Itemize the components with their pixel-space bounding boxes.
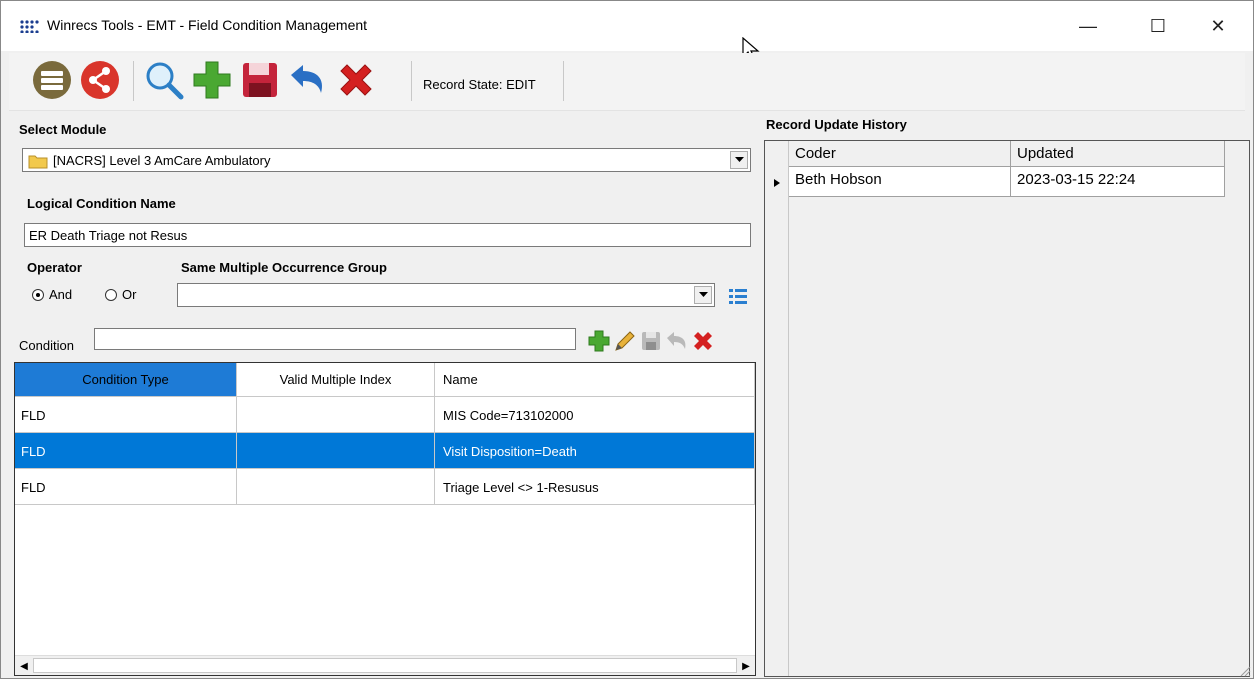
maximize-button[interactable]: ☐ [1129, 1, 1187, 51]
add-condition-icon[interactable] [586, 328, 612, 354]
toolbar-separator [411, 61, 412, 101]
table-row[interactable]: FLD Visit Disposition=Death [15, 433, 755, 469]
operator-label: Operator [27, 260, 82, 275]
history-header: Coder Updated [789, 141, 1225, 167]
condition-label: Condition [19, 338, 74, 353]
condition-input[interactable] [94, 328, 576, 350]
group-label: Same Multiple Occurrence Group [181, 260, 387, 275]
operator-and-radio[interactable] [32, 289, 44, 301]
table-row[interactable]: FLD Triage Level <> 1-Resusus [15, 469, 755, 505]
cell-name: MIS Code=713102000 [435, 397, 755, 433]
record-state-label: Record State: EDIT [423, 77, 536, 92]
scroll-left-icon[interactable]: ◀ [15, 656, 33, 676]
grid-header: Condition Type Valid Multiple Index Name [15, 363, 755, 397]
add-icon[interactable] [189, 57, 235, 103]
cell-valid-multiple-index [237, 433, 435, 469]
undo-condition-icon[interactable] [664, 328, 690, 354]
logical-condition-label: Logical Condition Name [27, 196, 176, 211]
table-row[interactable]: Beth Hobson 2023-03-15 22:24 [789, 167, 1225, 197]
close-button[interactable]: ✕ [1189, 1, 1247, 51]
share-icon[interactable] [77, 57, 123, 103]
logical-condition-input[interactable]: ER Death Triage not Resus [24, 223, 751, 247]
column-header-coder[interactable]: Coder [789, 141, 1011, 166]
toolbar-separator [133, 61, 134, 101]
column-header-valid-multiple-index[interactable]: Valid Multiple Index [237, 363, 435, 397]
select-module-label: Select Module [19, 122, 107, 137]
cell-name: Triage Level <> 1-Resusus [435, 469, 755, 505]
save-condition-icon[interactable] [638, 328, 664, 354]
column-header-condition-type[interactable]: Condition Type [15, 363, 237, 397]
edit-condition-icon[interactable] [612, 328, 638, 354]
history-grid: Coder Updated Beth Hobson 2023-03-15 22:… [764, 140, 1250, 677]
scroll-right-icon[interactable]: ▶ [737, 656, 755, 676]
column-header-name[interactable]: Name [435, 363, 755, 397]
cell-condition-type: FLD [15, 433, 237, 469]
delete-condition-icon[interactable] [690, 328, 716, 354]
resize-grip-icon[interactable] [1237, 663, 1251, 677]
chevron-down-icon[interactable] [730, 151, 748, 169]
module-select[interactable]: [NACRS] Level 3 AmCare Ambulatory [22, 148, 751, 172]
cell-name: Visit Disposition=Death [435, 433, 755, 469]
undo-icon[interactable] [285, 57, 331, 103]
module-select-value: [NACRS] Level 3 AmCare Ambulatory [53, 153, 271, 168]
window-title: Winrecs Tools - EMT - Field Condition Ma… [47, 17, 368, 33]
row-header-column [765, 141, 789, 676]
chevron-down-icon[interactable] [694, 286, 712, 304]
delete-icon[interactable] [333, 57, 379, 103]
minimize-button[interactable]: — [1059, 1, 1117, 51]
app-logo-icon [20, 20, 39, 33]
cell-coder: Beth Hobson [789, 167, 1011, 196]
list-details-icon[interactable] [727, 286, 749, 306]
column-header-updated[interactable]: Updated [1011, 141, 1225, 166]
cell-updated: 2023-03-15 22:24 [1011, 167, 1225, 196]
group-select[interactable] [177, 283, 715, 307]
operator-and-label: And [49, 287, 73, 302]
folder-icon [28, 155, 48, 169]
history-label: Record Update History [766, 117, 907, 132]
cell-valid-multiple-index [237, 397, 435, 433]
cell-condition-type: FLD [15, 397, 237, 433]
operator-or-radio[interactable] [105, 289, 117, 301]
save-icon[interactable] [237, 57, 283, 103]
toolbar: Record State: EDIT [9, 53, 1245, 111]
scrollbar-thumb[interactable] [33, 658, 737, 673]
cell-condition-type: FLD [15, 469, 237, 505]
table-row[interactable]: FLD MIS Code=713102000 [15, 397, 755, 433]
horizontal-scrollbar[interactable]: ◀ ▶ [15, 655, 755, 675]
search-icon[interactable] [141, 57, 187, 103]
operator-or-label: Or [122, 287, 137, 302]
conditions-grid: Condition Type Valid Multiple Index Name… [14, 362, 756, 676]
list-icon[interactable] [29, 57, 75, 103]
app-window: Winrecs Tools - EMT - Field Condition Ma… [0, 0, 1254, 679]
title-bar: Winrecs Tools - EMT - Field Condition Ma… [1, 1, 1253, 51]
toolbar-separator [563, 61, 564, 101]
cell-valid-multiple-index [237, 469, 435, 505]
current-row-arrow-icon [774, 179, 780, 187]
